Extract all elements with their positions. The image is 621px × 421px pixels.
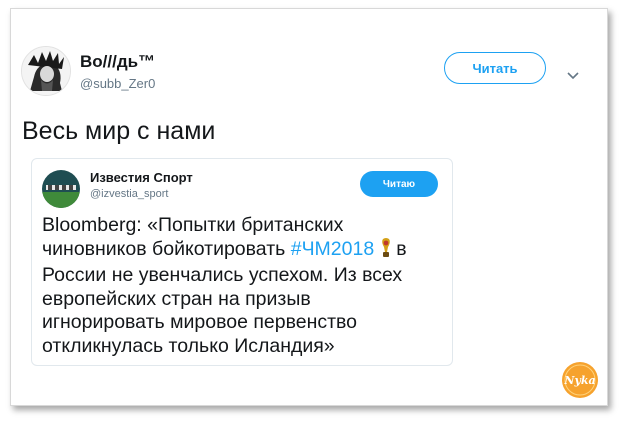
quoted-line-2-start: чиновников бойкотировать xyxy=(42,237,291,260)
quoted-tweet[interactable]: Известия Спорт @izvestia_sport Читаю Blo… xyxy=(31,158,453,366)
quoted-avatar[interactable] xyxy=(42,170,80,208)
quoted-line-5: игнорировать мировое первенство xyxy=(42,311,358,333)
following-button[interactable]: Читаю xyxy=(360,171,438,197)
chevron-down-icon[interactable] xyxy=(566,68,580,80)
quoted-line-6: откликнулась только Исландия» xyxy=(42,334,335,357)
hashtag-link[interactable]: #ЧМ2018 xyxy=(291,238,374,260)
user-handle[interactable]: @subb_Zer0 xyxy=(80,76,155,91)
quoted-line-1: Bloomberg: «Попытки британских xyxy=(42,214,344,236)
follow-button[interactable]: Читать xyxy=(444,52,546,84)
world-cup-trophy-icon xyxy=(380,237,392,265)
quoted-user-handle[interactable]: @izvestia_sport xyxy=(90,188,168,200)
tweet-text: Весь мир с нами xyxy=(22,117,216,145)
quoted-line-2: чиновников бойкотировать #ЧМ2018 в xyxy=(42,237,452,265)
quoted-line-4: европейских стран на призыв xyxy=(42,287,311,310)
nyka-watermark-logo: Nyka xyxy=(560,360,600,400)
svg-text:Nyka: Nyka xyxy=(563,374,595,387)
quoted-line-3: России не увенчались успехом. Из всех xyxy=(42,264,403,286)
quoted-display-name[interactable]: Известия Спорт xyxy=(90,170,193,185)
quoted-tweet-text: Bloomberg: «Попытки британских чиновнико… xyxy=(42,214,452,358)
user-avatar[interactable] xyxy=(21,46,71,96)
display-name[interactable]: Во///дь™ xyxy=(80,52,155,72)
quoted-line-2-end: в xyxy=(396,237,407,260)
